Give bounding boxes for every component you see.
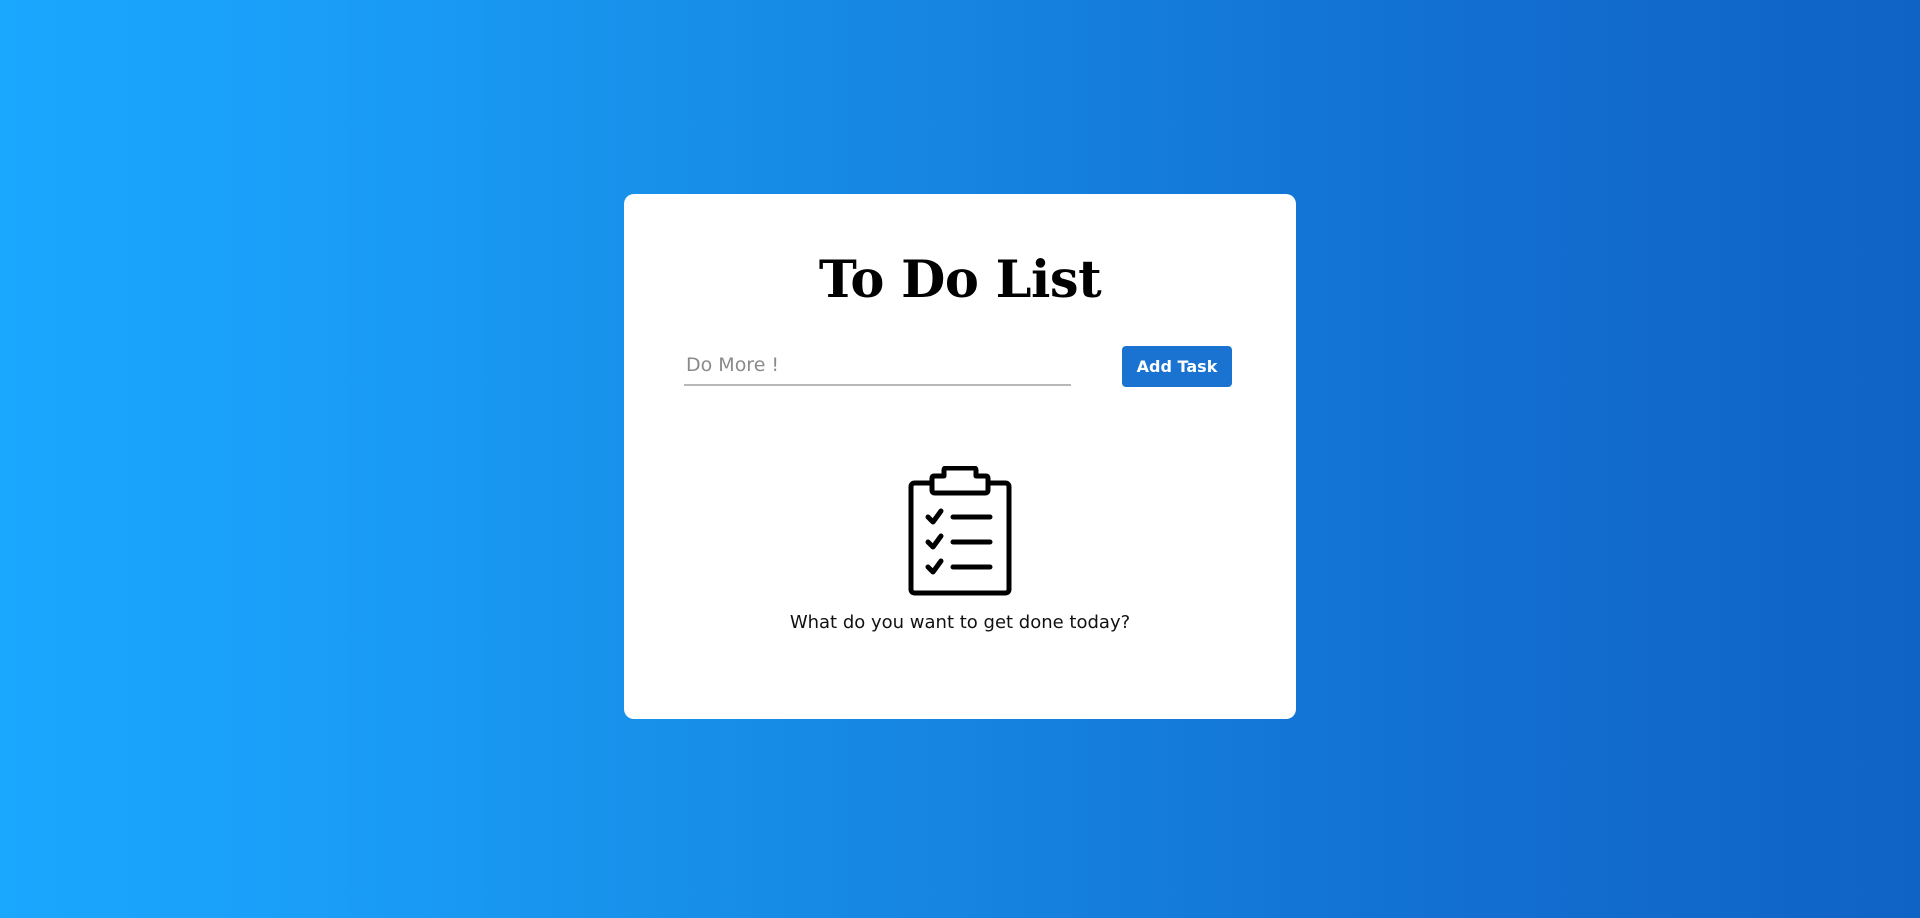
task-input[interactable] xyxy=(684,346,1071,386)
add-task-button[interactable]: Add Task xyxy=(1122,346,1232,387)
todo-card: To Do List Add Task What do you want to … xyxy=(624,194,1296,719)
empty-state-message: What do you want to get done today? xyxy=(789,612,1131,633)
page-title: To Do List xyxy=(818,250,1102,310)
task-form: Add Task xyxy=(684,346,1232,388)
empty-state: What do you want to get done today? xyxy=(624,466,1296,633)
clipboard-checklist-icon xyxy=(908,466,1012,596)
